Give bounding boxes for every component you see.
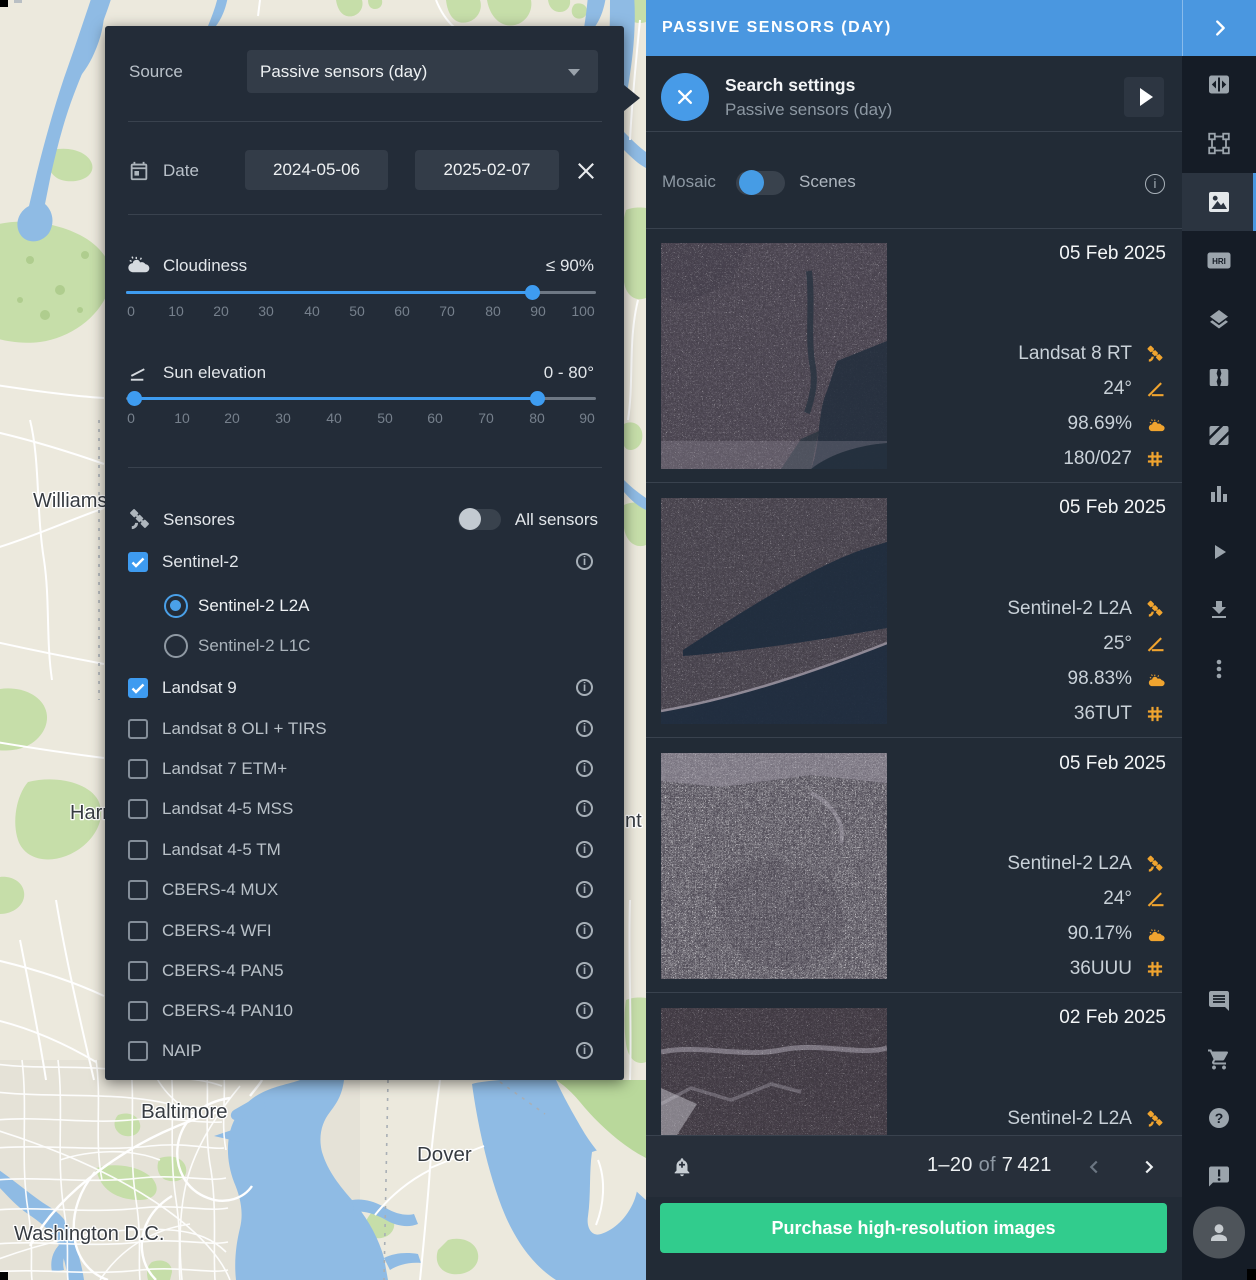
svg-text:Dover: Dover (417, 1143, 472, 1166)
svg-text:?: ? (1215, 1110, 1224, 1126)
svg-text:nt: nt (625, 810, 642, 832)
svg-text:Washington D.C.: Washington D.C. (14, 1223, 164, 1245)
svg-text:Baltimore: Baltimore (141, 1100, 228, 1123)
svg-text:HRI: HRI (1212, 257, 1226, 266)
